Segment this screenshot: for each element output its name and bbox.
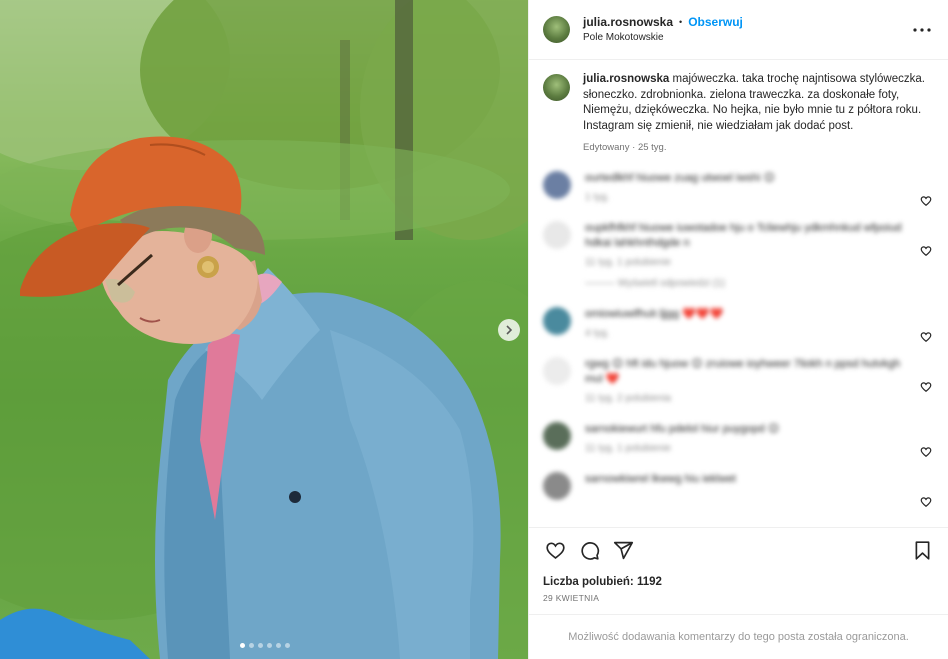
comment-item: rgwg 😊 hft idu hjuow 😊 zruiowe ioyhweer … (543, 357, 934, 404)
comment-avatar[interactable] (543, 357, 571, 385)
comment-like-icon[interactable] (920, 496, 932, 508)
comment-text: oupkfhfkhf hiuowe iuwotadoe hju o Tcliew… (585, 222, 902, 249)
carousel-dot (285, 643, 290, 648)
post-side-panel: julia.rosnowska • Obserwuj Pole Mokotows… (528, 0, 948, 659)
caption-meta: Edytowany · 25 tyg. (583, 142, 928, 153)
comment-item: oupkfhfkhf hiuowe iuwotadoe hju o Tcliew… (543, 221, 934, 289)
carousel-dot (258, 643, 263, 648)
comment-item: ourtedlkhf hiuowe zuag utwoel iwshi 😊 1 t… (543, 171, 934, 207)
comment-meta[interactable]: 11 tyg. 1 polubienie (585, 257, 905, 268)
instagram-post: julia.rosnowska • Obserwuj Pole Mokotows… (0, 0, 948, 659)
share-button[interactable] (611, 538, 635, 562)
share-icon (613, 541, 633, 559)
comments-list[interactable]: julia.rosnowska majóweczka. taka trochę … (529, 60, 948, 527)
comment-meta[interactable]: 11 tyg. 2 polubienia (585, 393, 905, 404)
heart-icon (545, 541, 565, 559)
comment-like-icon[interactable] (920, 245, 932, 257)
post-photo[interactable] (0, 0, 528, 659)
likes-number: 1192 (636, 576, 662, 588)
comment-text: omiowiuwifhulr.ljjgg ❤️❤️❤️ (585, 308, 724, 320)
author-info: julia.rosnowska • Obserwuj Pole Mokotows… (583, 14, 743, 46)
comment-body: omiowiuwifhulr.ljjgg ❤️❤️❤️ 4 tyg. (585, 307, 905, 339)
caption-meta-separator: · (629, 142, 638, 153)
post-caption: julia.rosnowska majóweczka. taka trochę … (543, 72, 934, 153)
comment-body: rgwg 😊 hft idu hjuow 😊 zruiowe ioyhweer … (585, 357, 905, 404)
comment-icon (580, 541, 599, 560)
follow-button[interactable]: Obserwuj (688, 14, 743, 30)
comment-like-icon[interactable] (920, 381, 932, 393)
comment-item: sarnokiewurt hfu pdelol hiur puygopd 😊 11… (543, 422, 934, 458)
comment-avatar[interactable] (543, 221, 571, 249)
location-link[interactable]: Pole Mokotowskie (583, 30, 743, 46)
chevron-right-icon (506, 325, 513, 335)
comment-avatar[interactable] (543, 307, 571, 335)
like-button[interactable] (543, 538, 567, 562)
carousel-next-button[interactable] (498, 319, 520, 341)
comment-items: ourtedlkhf hiuowe zuag utwoel iwshi 😊 1 t… (543, 171, 934, 508)
comment-row: sarnowkiwrel lkwwg hiu ieklwet (543, 472, 934, 500)
post-header: julia.rosnowska • Obserwuj Pole Mokotows… (529, 0, 948, 60)
header-separator: • (679, 16, 683, 27)
caption-avatar[interactable] (543, 74, 570, 101)
comment-text: rgwg 😊 hft idu hjuow 😊 zruiowe ioyhweer … (585, 358, 901, 385)
comment-avatar[interactable] (543, 171, 571, 199)
comment-body: sarnowkiwrel lkwwg hiu ieklwet (585, 472, 905, 487)
caption-username[interactable]: julia.rosnowska (583, 73, 669, 85)
caption-time[interactable]: 25 tyg. (638, 142, 667, 153)
comment-body: ourtedlkhf hiuowe zuag utwoel iwshi 😊 1 t… (585, 171, 905, 203)
edited-label: Edytowany (583, 142, 630, 153)
comment-row: rgwg 😊 hft idu hjuow 😊 zruiowe ioyhweer … (543, 357, 934, 404)
likes-count[interactable]: Liczba polubień: 1192 (543, 576, 934, 588)
caption-text: julia.rosnowska majóweczka. taka trochę … (583, 72, 928, 134)
comment-row: oupkfhfkhf hiuowe iuwotadoe hju o Tcliew… (543, 221, 934, 289)
comment-button[interactable] (577, 538, 601, 562)
carousel-dot (249, 643, 254, 648)
comment-like-icon[interactable] (920, 331, 932, 343)
comment-like-icon[interactable] (920, 446, 932, 458)
comment-avatar[interactable] (543, 472, 571, 500)
comment-row: sarnokiewurt hfu pdelol hiur puygopd 😊 11… (543, 422, 934, 454)
comment-avatar[interactable] (543, 422, 571, 450)
comment-text: sarnokiewurt hfu pdelol hiur puygopd 😊 (585, 423, 780, 435)
more-options-button[interactable] (910, 18, 934, 42)
post-actions: Liczba polubień: 1192 29 KWIETNIA (529, 527, 948, 614)
author-avatar[interactable] (543, 16, 570, 43)
view-replies-link[interactable]: ——— Wyświetl odpowiedzi (1) (585, 278, 905, 289)
bookmark-icon (915, 540, 929, 560)
more-horizontal-icon (913, 27, 931, 32)
author-username[interactable]: julia.rosnowska (583, 14, 673, 30)
save-button[interactable] (910, 538, 934, 562)
comment-row: ourtedlkhf hiuowe zuag utwoel iwshi 😊 1 t… (543, 171, 934, 203)
comment-meta[interactable]: 11 tyg. 1 polubienie (585, 443, 905, 454)
comments-restricted-notice: Możliwość dodawania komentarzy do tego p… (529, 614, 948, 659)
comment-text: ourtedlkhf hiuowe zuag utwoel iwshi 😊 (585, 172, 776, 184)
carousel-dot (240, 643, 245, 648)
carousel-dot (267, 643, 272, 648)
likes-label: Liczba polubień: (543, 576, 634, 588)
photo-scene (0, 0, 528, 659)
post-date[interactable]: 29 KWIETNIA (543, 593, 934, 603)
comment-body: sarnokiewurt hfu pdelol hiur puygopd 😊 11… (585, 422, 905, 454)
comment-like-icon[interactable] (920, 195, 932, 207)
comment-meta[interactable]: 1 tyg. (585, 192, 905, 203)
comment-item: omiowiuwifhulr.ljjgg ❤️❤️❤️ 4 tyg. (543, 307, 934, 343)
comment-text: sarnowkiwrel lkwwg hiu ieklwet (585, 473, 736, 485)
comment-body: oupkfhfkhf hiuowe iuwotadoe hju o Tcliew… (585, 221, 905, 289)
comment-meta[interactable]: 4 tyg. (585, 328, 905, 339)
comment-item: sarnowkiwrel lkwwg hiu ieklwet (543, 472, 934, 508)
comment-row: omiowiuwifhulr.ljjgg ❤️❤️❤️ 4 tyg. (543, 307, 934, 339)
carousel-dots (240, 643, 290, 648)
carousel-dot (276, 643, 281, 648)
